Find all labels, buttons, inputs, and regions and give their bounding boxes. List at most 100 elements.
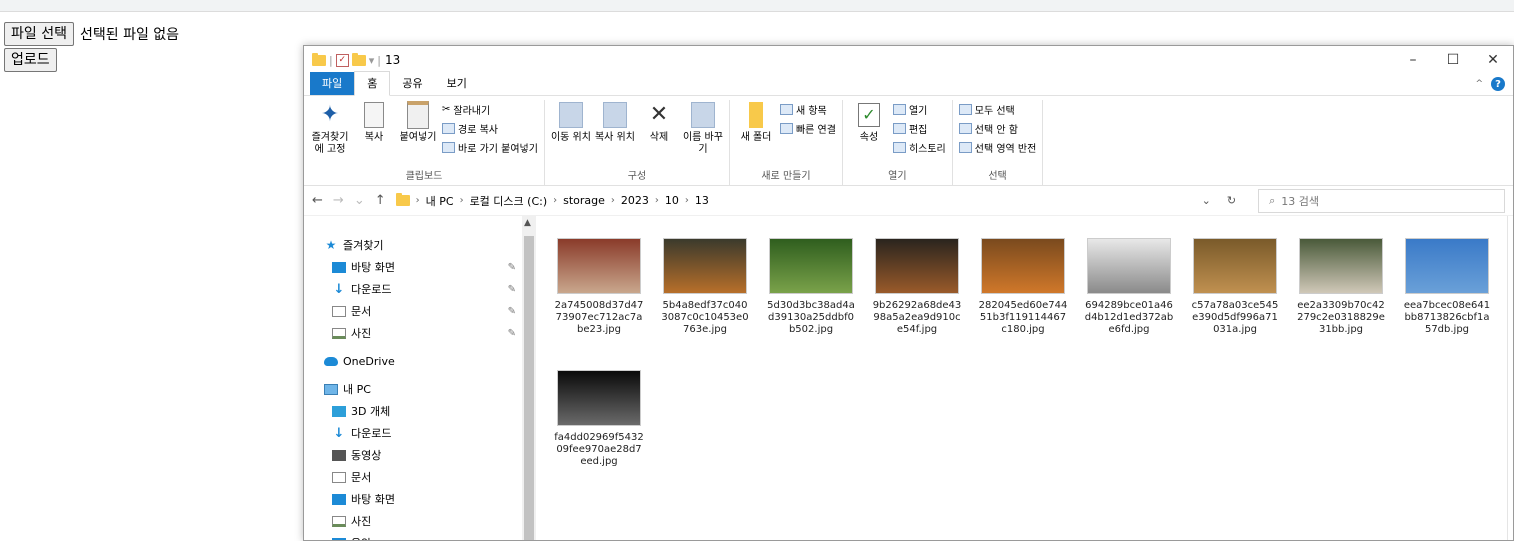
file-item[interactable]: 9b26292a68de4398a5a2ea9d910ce54f.jpg — [872, 238, 962, 336]
chevron-right-icon[interactable]: › — [416, 195, 420, 206]
nav-onedrive[interactable]: OneDrive — [304, 350, 536, 372]
tab-home[interactable]: 홈 — [354, 71, 391, 96]
copy-to-button[interactable]: 복사 위치 — [595, 100, 635, 169]
recent-dropdown-icon[interactable]: ⌄ — [354, 193, 365, 208]
file-item[interactable]: ee2a3309b70c42279c2e0318829e31bb.jpg — [1296, 238, 1386, 336]
collapse-ribbon-icon[interactable]: ^ — [1475, 79, 1483, 89]
minimize-button[interactable]: – — [1393, 46, 1433, 74]
tab-share[interactable]: 공유 — [390, 72, 434, 95]
group-label: 열기 — [888, 171, 907, 182]
forward-arrow-icon[interactable]: → — [333, 193, 344, 208]
pictures-icon — [332, 327, 346, 339]
copy-to-icon — [601, 100, 629, 130]
maximize-button[interactable]: ☐ — [1433, 46, 1473, 74]
select-all-button[interactable]: 모두 선택 — [958, 102, 1037, 117]
copy-path-button[interactable]: 경로 복사 — [442, 121, 538, 136]
pin-quick-access-button[interactable]: ✦ 즐겨찾기에 고정 — [310, 100, 350, 169]
new-folder-button[interactable]: 새 폴더 — [736, 100, 776, 169]
document-icon — [332, 305, 346, 317]
tab-view[interactable]: 보기 — [435, 72, 479, 95]
image-thumbnail — [1405, 238, 1489, 294]
invert-selection-button[interactable]: 선택 영역 반전 — [958, 140, 1036, 155]
open-icon — [892, 104, 906, 115]
delete-button[interactable]: ✕ 삭제 — [639, 100, 679, 169]
nav-item-downloads-pc[interactable]: ↓ 다운로드 — [304, 422, 536, 444]
file-item[interactable]: 694289bce01a46d4b12d1ed372abe6fd.jpg — [1084, 238, 1174, 336]
copy-button[interactable]: 복사 — [354, 100, 394, 169]
help-icon[interactable]: ? — [1491, 77, 1505, 91]
file-item[interactable]: c57a78a03ce545e390d5df996a71031a.jpg — [1190, 238, 1280, 336]
history-button[interactable]: 히스토리 — [892, 140, 946, 155]
file-item[interactable]: eea7bcec08e641bb8713826cbf1a57db.jpg — [1402, 238, 1492, 336]
chevron-right-icon[interactable]: › — [553, 195, 557, 206]
nav-item-desktop[interactable]: 바탕 화면 ✎ — [304, 256, 536, 278]
properties-button[interactable]: ✓ 속성 — [849, 100, 889, 169]
upload-button[interactable]: 업로드 — [4, 48, 57, 72]
content-scrollbar[interactable] — [1507, 216, 1513, 540]
download-icon: ↓ — [333, 281, 345, 297]
file-item[interactable]: 282045ed60e74451b3f119114467c180.jpg — [978, 238, 1068, 336]
up-arrow-icon[interactable]: ↑ — [375, 193, 386, 208]
nav-item-desktop-pc[interactable]: 바탕 화면 — [304, 488, 536, 510]
crumb-month[interactable]: 10 — [665, 194, 679, 207]
copy-path-icon — [442, 123, 455, 134]
qa-dropdown-icon[interactable]: ▾ — [369, 54, 375, 67]
back-arrow-icon[interactable]: ← — [312, 193, 323, 208]
nav-item-pictures-pc[interactable]: 사진 — [304, 510, 536, 532]
title-bar: | ✓ ▾ | 13 – ☐ ✕ — [304, 46, 1513, 74]
file-item[interactable]: fa4dd02969f543209fee970ae28d7eed.jpg — [554, 370, 644, 468]
scroll-thumb[interactable] — [524, 236, 534, 540]
new-folder-qa-icon[interactable] — [351, 52, 366, 66]
choose-file-button[interactable]: 파일 선택 — [4, 22, 74, 46]
file-item[interactable]: 2a745008d37d4773907ec712ac7abe23.jpg — [554, 238, 644, 336]
address-dropdown-icon[interactable]: ⌄ — [1202, 194, 1211, 207]
crumb-local-disk[interactable]: 로컬 디스크 (C:) — [470, 193, 548, 209]
file-item[interactable]: 5d30d3bc38ad4ad39130a25ddbf0b502.jpg — [766, 238, 856, 336]
nav-scrollbar[interactable]: ▲ — [522, 216, 536, 540]
browser-top-strip — [0, 0, 1514, 12]
refresh-icon[interactable]: ↻ — [1227, 194, 1236, 207]
chevron-right-icon[interactable]: › — [611, 195, 615, 206]
search-input[interactable]: ⌕ 13 검색 — [1258, 188, 1505, 213]
crumb-day[interactable]: 13 — [695, 194, 709, 207]
chevron-right-icon[interactable]: › — [685, 195, 689, 206]
nav-item-3d-objects[interactable]: 3D 개체 — [304, 400, 536, 422]
crumb-storage[interactable]: storage — [563, 194, 605, 207]
cut-button[interactable]: ✂ 잘라내기 — [442, 102, 538, 117]
file-item[interactable]: 5b4a8edf37c0403087c0c10453e0763e.jpg — [660, 238, 750, 336]
tab-file[interactable]: 파일 — [310, 72, 355, 95]
cube-icon — [332, 405, 346, 417]
open-small-buttons: 열기 편집 히스토리 — [892, 100, 946, 169]
nav-item-videos[interactable]: 동영상 — [304, 444, 536, 466]
breadcrumb[interactable]: › 내 PC › 로컬 디스크 (C:) › storage › 2023 › … — [394, 189, 1194, 213]
new-item-button[interactable]: 새 항목 — [779, 102, 836, 117]
select-none-button[interactable]: 선택 안 함 — [958, 121, 1037, 136]
chevron-right-icon[interactable]: › — [460, 195, 464, 206]
quick-access-toolbar: | ✓ ▾ | — [312, 52, 381, 67]
nav-item-downloads[interactable]: ↓ 다운로드 ✎ — [304, 278, 536, 300]
nav-item-pictures[interactable]: 사진 ✎ — [304, 322, 536, 344]
move-to-button[interactable]: 이동 위치 — [551, 100, 591, 169]
open-button[interactable]: 열기 — [892, 102, 946, 117]
separator: | — [377, 53, 381, 67]
image-thumbnail — [557, 370, 641, 426]
nav-item-documents[interactable]: 문서 ✎ — [304, 300, 536, 322]
pin-icon: ✎ — [507, 283, 516, 295]
edit-button[interactable]: 편집 — [892, 121, 946, 136]
properties-qa-icon[interactable]: ✓ — [335, 53, 349, 67]
nav-item-music[interactable]: 음악 — [304, 532, 536, 540]
rename-button[interactable]: 이름 바꾸기 — [683, 100, 723, 169]
chevron-right-icon[interactable]: › — [655, 195, 659, 206]
pin-icon: ✦ — [320, 102, 340, 127]
crumb-year[interactable]: 2023 — [621, 194, 649, 207]
nav-item-documents-pc[interactable]: 문서 — [304, 466, 536, 488]
nav-this-pc[interactable]: 내 PC — [304, 378, 536, 400]
easy-access-button[interactable]: 빠른 연결 — [779, 121, 836, 136]
nav-quick-access[interactable]: ★ 즐겨찾기 — [304, 234, 536, 256]
close-button[interactable]: ✕ — [1473, 46, 1513, 74]
scroll-up-icon[interactable]: ▲ — [524, 218, 531, 228]
paste-shortcut-button[interactable]: 바로 가기 붙여넣기 — [442, 140, 538, 155]
paste-button[interactable]: 붙여넣기 — [398, 100, 438, 169]
crumb-this-pc[interactable]: 내 PC — [426, 193, 454, 209]
window-title: 13 — [384, 53, 401, 67]
